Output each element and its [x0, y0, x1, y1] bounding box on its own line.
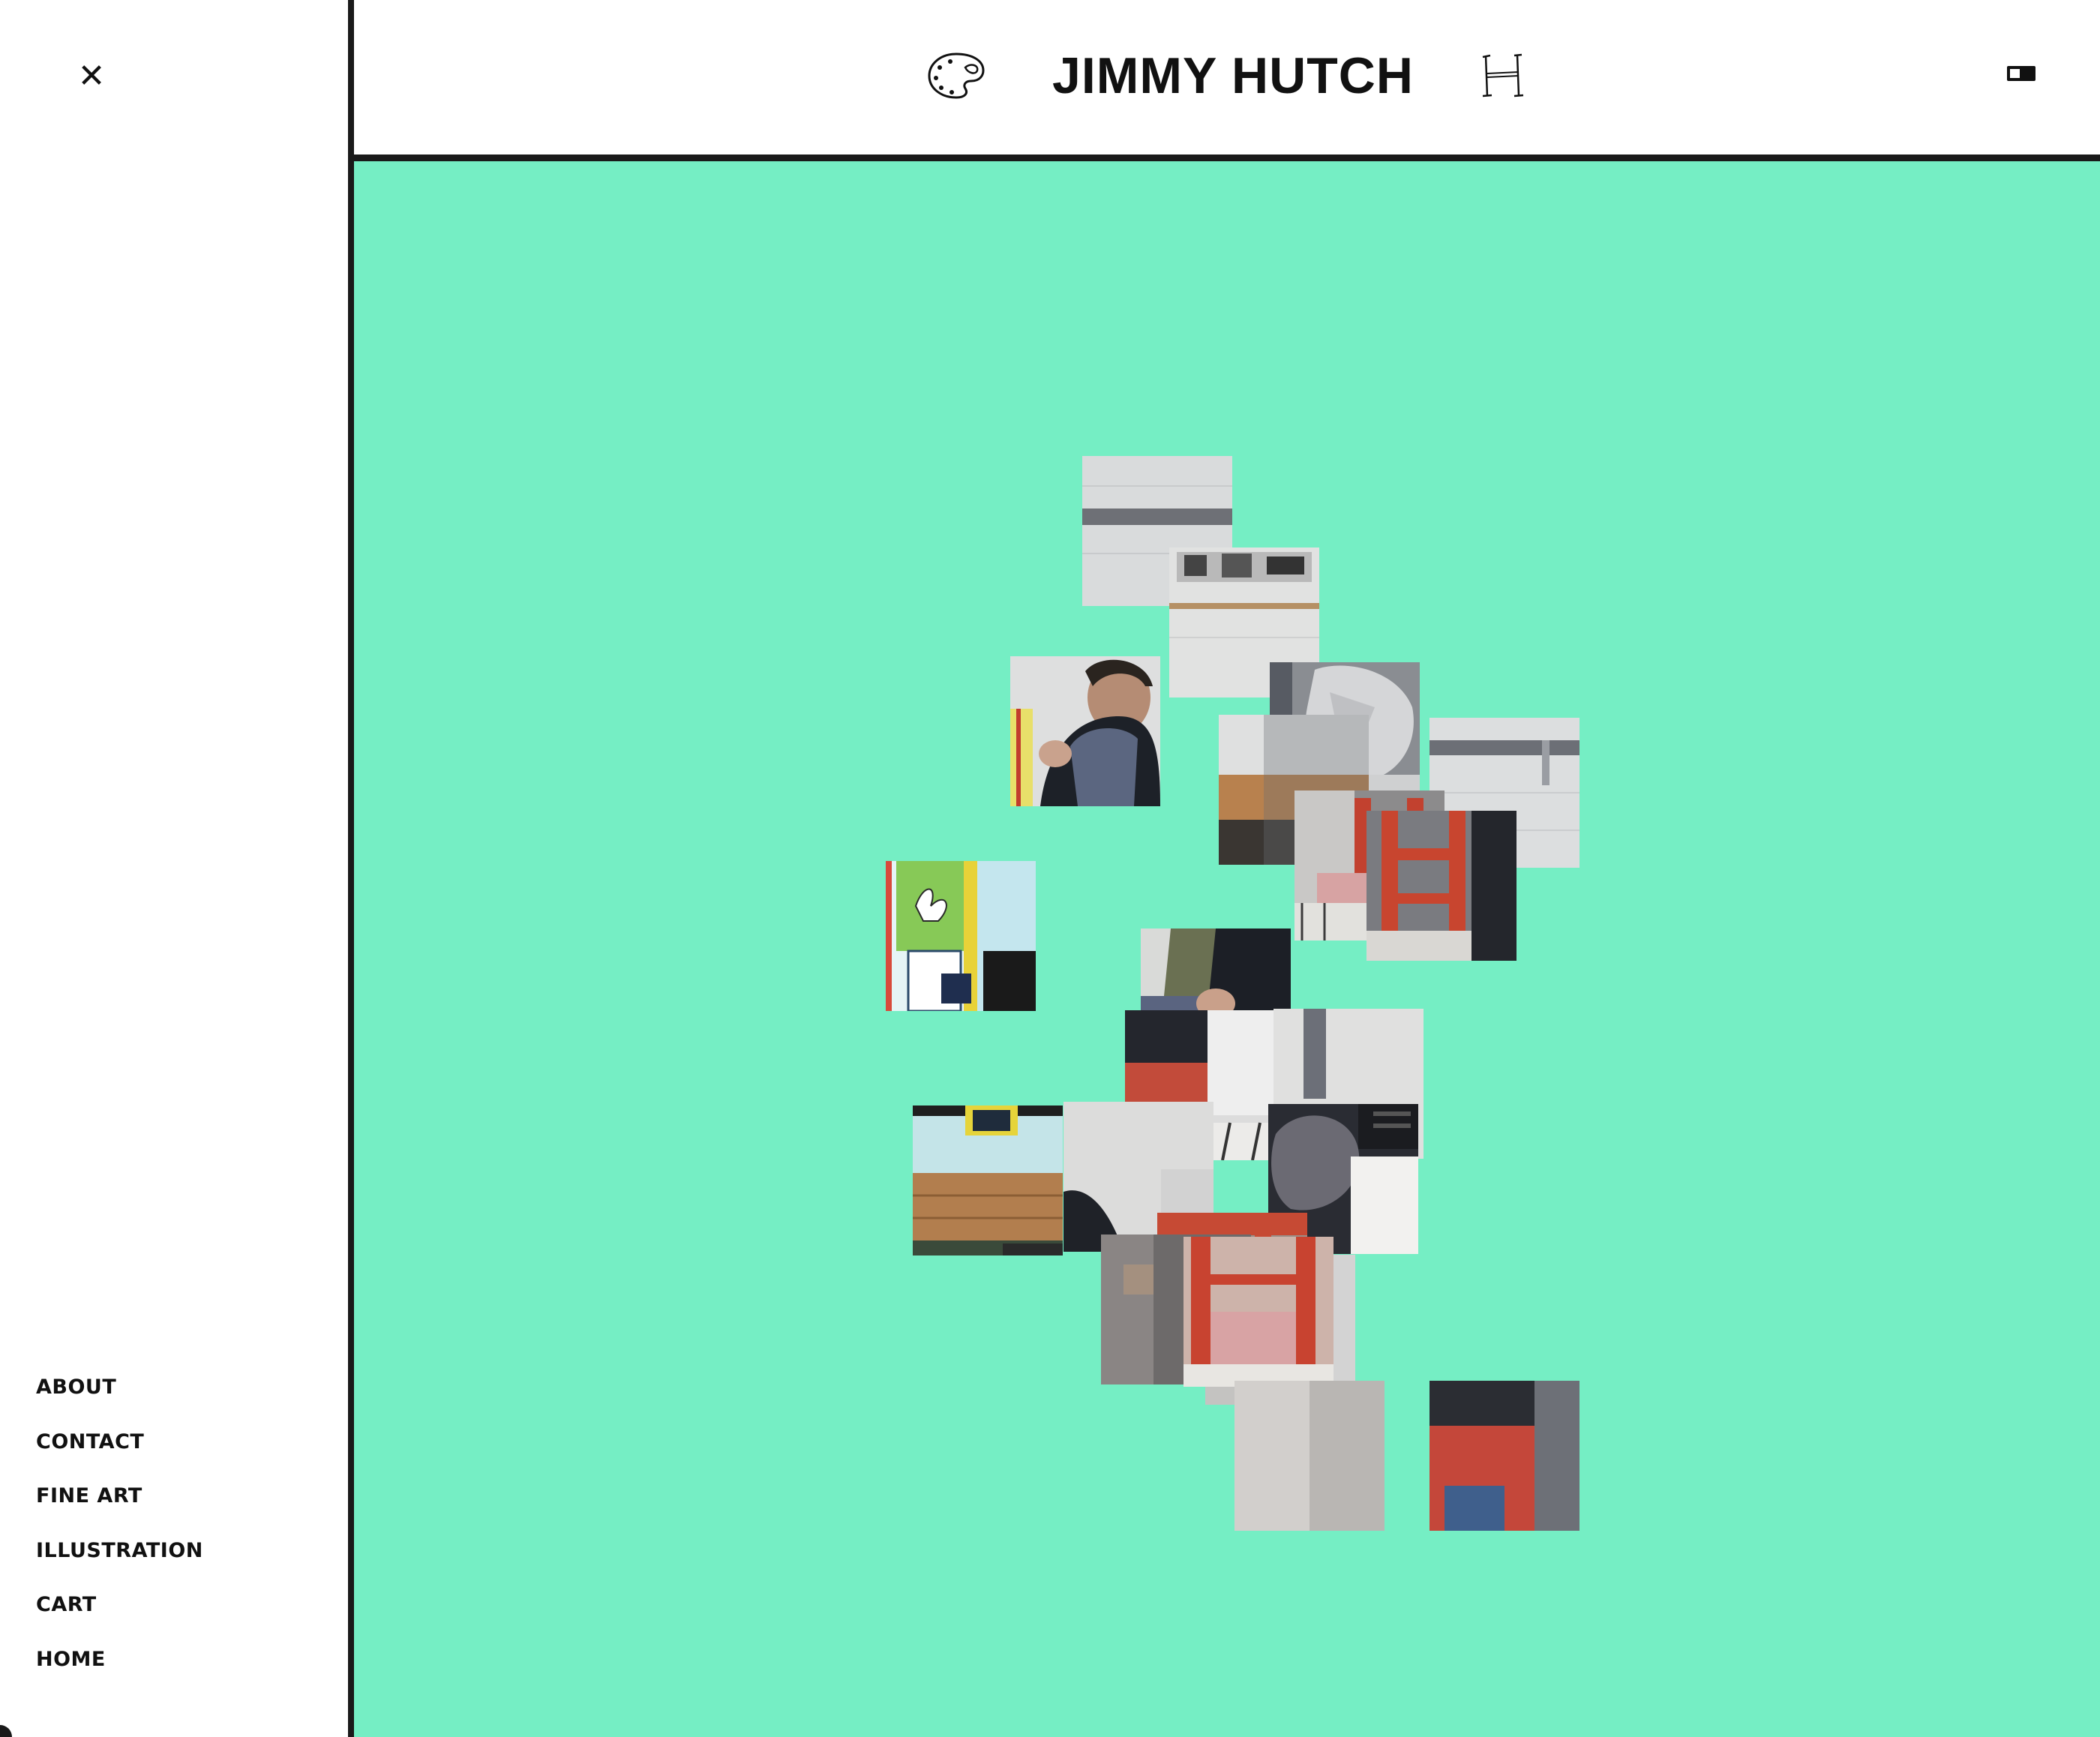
site-title[interactable]: JIMMY HUTCH [1052, 46, 1414, 105]
collage-tile[interactable] [1010, 656, 1160, 806]
main-canvas [354, 161, 2100, 1737]
toggle-knob [2010, 69, 2020, 78]
palette-icon [928, 52, 985, 99]
photo-collage[interactable] [354, 161, 2100, 1737]
close-icon[interactable]: ✕ [76, 60, 106, 93]
theme-toggle-icon[interactable] [2007, 66, 2036, 81]
collage-tile[interactable] [913, 1106, 1063, 1256]
site-header: JIMMY HUTCH [354, 0, 2100, 161]
h-monogram-icon [1482, 53, 1524, 98]
nav-item-home[interactable]: HOME [36, 1639, 203, 1694]
nav-item-contact[interactable]: CONTACT [36, 1421, 203, 1476]
nav-item-fine-art[interactable]: FINE ART [36, 1475, 203, 1530]
collage-tile[interactable] [1430, 1381, 1580, 1531]
collage-tile[interactable] [1366, 811, 1516, 961]
collage-tile[interactable] [886, 861, 1036, 1011]
collage-tile[interactable] [1234, 1381, 1384, 1531]
collage-tile[interactable] [1184, 1237, 1334, 1387]
corner-decoration [0, 1725, 12, 1737]
brand: JIMMY HUTCH [354, 42, 2100, 110]
sidebar: ✕ ABOUT CONTACT FINE ART ILLUSTRATION CA… [0, 0, 354, 1737]
nav-item-cart[interactable]: CART [36, 1584, 203, 1639]
nav-item-illustration[interactable]: ILLUSTRATION [36, 1530, 203, 1585]
sidebar-nav: ABOUT CONTACT FINE ART ILLUSTRATION CART… [36, 1366, 203, 1693]
nav-item-about[interactable]: ABOUT [36, 1366, 203, 1421]
